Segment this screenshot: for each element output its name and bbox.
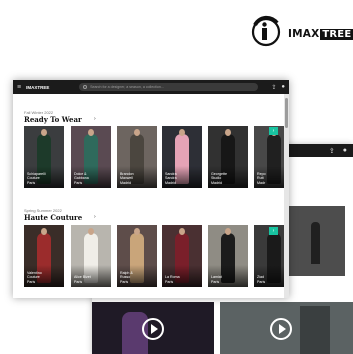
section-haute-couture: Spring Summer 2022 Haute Couture	[24, 208, 82, 222]
chevron-right-icon[interactable]: ›	[94, 116, 96, 122]
upload-icon[interactable]: ⇪	[271, 84, 276, 91]
collection-card[interactable]: Dolce & Gabbana Paris	[71, 126, 111, 188]
user-icon[interactable]: ●	[281, 84, 285, 90]
collection-card[interactable]: Lamiat Paris	[208, 225, 248, 287]
brand-logo: IMAX TREE	[250, 14, 353, 50]
collection-card[interactable]: Sandra Sandra Madrid	[162, 126, 202, 188]
logo-text-tree: TREE	[320, 29, 353, 40]
collection-card[interactable]: Alice Bizet Paris	[71, 225, 111, 287]
scrollbar[interactable]	[284, 94, 289, 298]
collection-card[interactable]: Georgette Studio Madrid	[208, 126, 248, 188]
card-label: Ralph & Russo Paris	[120, 270, 133, 284]
model-head	[88, 228, 94, 235]
collection-card[interactable]: Valentino Couture Paris	[24, 225, 64, 287]
card-label: Alice Bizet Paris	[74, 275, 91, 284]
card-label: La Roma Paris	[165, 275, 180, 284]
search-icon	[83, 85, 88, 89]
card-label: Ziad Paris	[257, 275, 266, 284]
carousel-next-button[interactable]: ›	[269, 227, 278, 235]
model-head	[41, 228, 47, 235]
model-head	[88, 129, 94, 136]
carousel-next-button[interactable]: ›	[269, 127, 278, 135]
collection-card[interactable]: Repo Rutt Madr	[254, 126, 284, 188]
video-thumbnail[interactable]	[287, 206, 345, 276]
menu-icon[interactable]: ≡	[17, 84, 21, 91]
logo-mark-icon	[250, 14, 286, 50]
model-head	[225, 228, 231, 235]
user-icon[interactable]: ●	[343, 147, 347, 154]
video-thumbnail[interactable]	[92, 302, 214, 354]
search-placeholder: Search for a designer, a season, a colle…	[90, 85, 164, 89]
collection-card[interactable]: Brandon Maxwell Madrid	[117, 126, 157, 188]
card-label: Brandon Maxwell Madrid	[120, 171, 134, 185]
model-head	[41, 129, 47, 136]
card-label: Repo Rutt Madr	[257, 171, 266, 185]
card-label: Georgette Studio Madrid	[211, 171, 227, 185]
collection-card[interactable]: Ralph & Russo Paris	[117, 225, 157, 287]
model-head	[225, 129, 231, 136]
chevron-right-icon[interactable]: ›	[94, 214, 96, 220]
section-ready-to-wear: Fall Winter 2022 Ready To Wear	[24, 110, 82, 124]
scrollbar-thumb[interactable]	[285, 98, 288, 128]
model-head	[134, 129, 140, 136]
card-label: Sandra Sandra Madrid	[165, 171, 177, 185]
play-icon[interactable]	[142, 318, 164, 340]
upload-icon[interactable]: ⇪	[329, 147, 335, 155]
card-label: Lamiat Paris	[211, 275, 222, 284]
collection-card[interactable]: La Roma Paris	[162, 225, 202, 287]
model-head	[179, 228, 185, 235]
model-head	[134, 228, 140, 235]
browser-window: ≡ IMAXTREE Search for a designer, a seas…	[13, 80, 289, 298]
video-thumbnail[interactable]	[220, 302, 353, 354]
section-title[interactable]: Ready To Wear	[24, 115, 82, 124]
site-logo[interactable]: IMAXTREE	[26, 85, 66, 90]
section-title[interactable]: Haute Couture	[24, 213, 82, 222]
search-input[interactable]: Search for a designer, a season, a colle…	[79, 83, 259, 91]
top-navigation-bar: ≡ IMAXTREE Search for a designer, a seas…	[13, 80, 289, 94]
card-label: Dolce & Gabbana Paris	[74, 171, 89, 185]
collection-card[interactable]: Schiaparelli Couture Paris	[24, 126, 64, 188]
card-label: Valentino Couture Paris	[27, 270, 42, 284]
logo-text-imax: IMAX	[288, 28, 320, 40]
card-label: Schiaparelli Couture Paris	[27, 171, 46, 185]
play-icon[interactable]	[270, 318, 292, 340]
model-head	[179, 129, 185, 136]
page: IMAX TREE ⇪ ● ≡ IMAXTREE Search for a des…	[0, 0, 353, 354]
logo-wordmark: IMAX TREE	[288, 28, 353, 40]
